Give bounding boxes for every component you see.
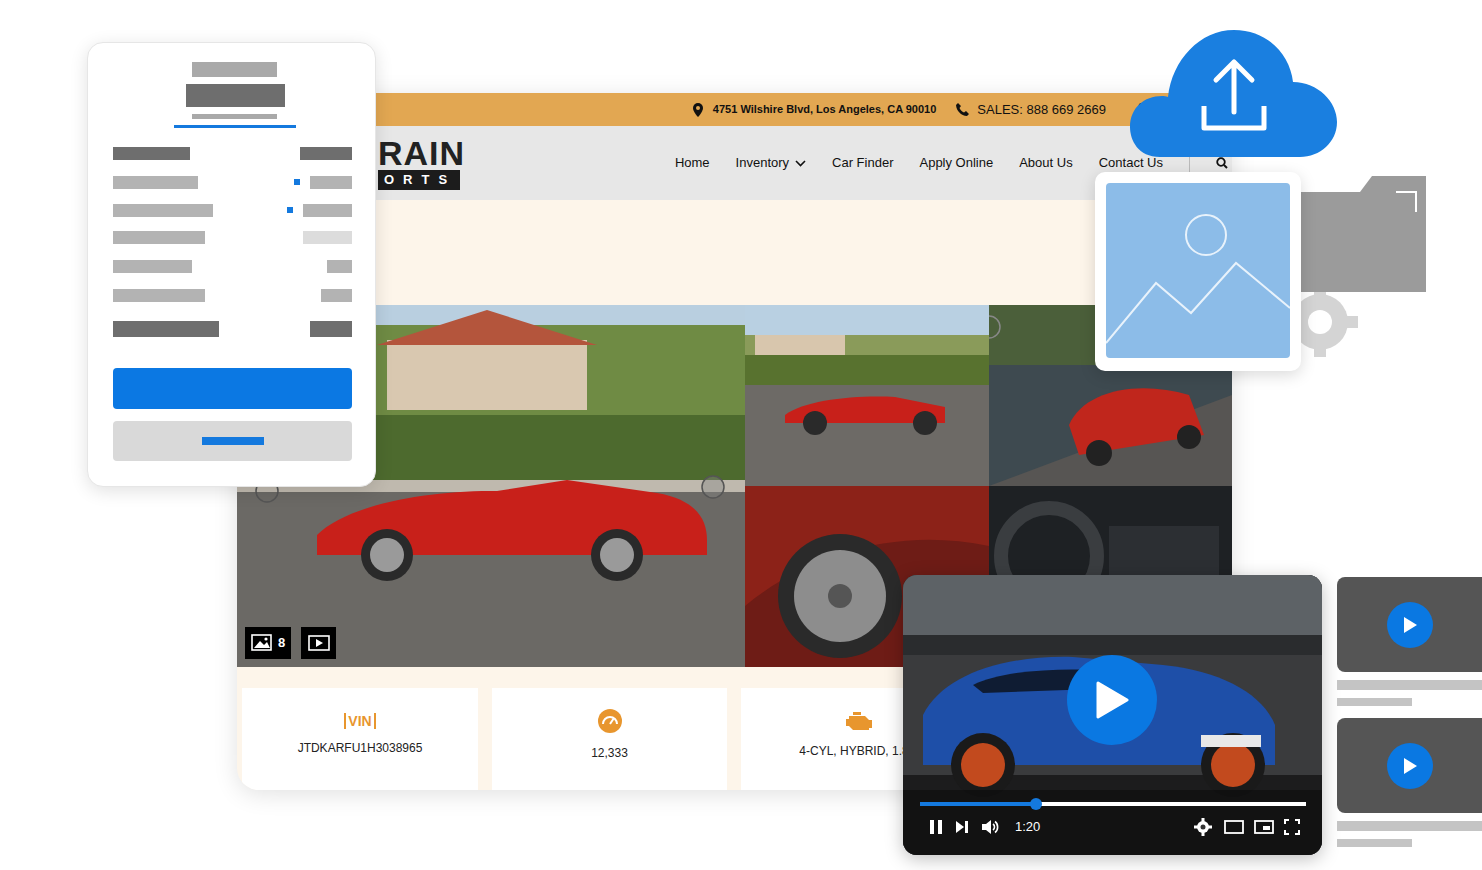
image-icon [1106,183,1290,358]
summary-row [113,146,352,160]
play-state[interactable] [929,819,945,835]
play-overlay-button[interactable] [1067,655,1157,745]
video-list-item[interactable] [1337,577,1482,706]
play-icon [1095,681,1129,719]
nav-item[interactable]: Apply Online [919,153,993,173]
logo[interactable]: RAIN ORTS [378,136,465,190]
progress-fill [920,802,1036,806]
nav-item[interactable]: About Us [1019,153,1072,173]
spec-card: VIN JTDKARFU1H3038965 [242,688,478,790]
image-icon [251,634,275,652]
summary-row [113,203,352,217]
pause-icon [929,819,943,835]
summary-row [113,230,352,244]
fullscreen-icon[interactable] [1284,819,1300,835]
volume-icon[interactable] [981,819,999,835]
top-bar: 4751 Wilshire Blvd, Los Angeles, CA 9001… [237,93,1232,126]
image-upload-card[interactable] [1095,172,1301,371]
engine-icon [845,710,873,732]
theater-mode-icon[interactable] [1224,820,1244,834]
summary-row [113,321,352,337]
video-list-item[interactable] [1337,718,1482,847]
spec-card: 12,333 [492,688,727,790]
play-icon [1402,757,1418,775]
next-icon[interactable] [955,820,969,834]
vin-icon: VIN [344,713,375,729]
video-icon [308,635,330,651]
progress-track[interactable] [920,802,1306,806]
location-icon [693,103,703,117]
settings-gear-icon[interactable] [1194,818,1212,836]
phone-icon [956,103,969,116]
secondary-button[interactable] [113,421,352,461]
sales-phone[interactable]: SALES: 888 669 2669 [977,100,1106,120]
search-icon[interactable] [1216,157,1228,169]
play-icon [1402,616,1418,634]
nav-item[interactable]: Car Finder [832,153,893,173]
photo-count-badge[interactable]: 8 [245,627,291,659]
summary-card [87,42,376,487]
upload-cloud-icon[interactable] [1130,30,1337,158]
video-controls: 1:20 [929,817,1300,837]
summary-row [113,288,352,302]
nav-item[interactable]: Inventory [736,153,806,173]
summary-row [113,259,352,273]
summary-row [113,175,352,189]
speedometer-icon [597,708,623,734]
miniplayer-icon[interactable] [1254,820,1274,834]
video-time: 1:20 [1015,817,1040,837]
video-list [1337,577,1482,847]
nav-bar: RAIN ORTS Home Inventory Car Finder Appl… [237,126,1232,200]
video-player[interactable]: 1:20 [903,575,1322,855]
folder-icon [1280,172,1430,357]
address-text: 4751 Wilshire Blvd, Los Angeles, CA 9001… [713,101,936,118]
video-badge[interactable] [301,627,336,659]
gallery-thumb[interactable] [745,305,989,486]
nav-item[interactable]: Home [675,153,710,173]
chevron-down-icon [795,160,806,167]
primary-button[interactable] [113,368,352,409]
